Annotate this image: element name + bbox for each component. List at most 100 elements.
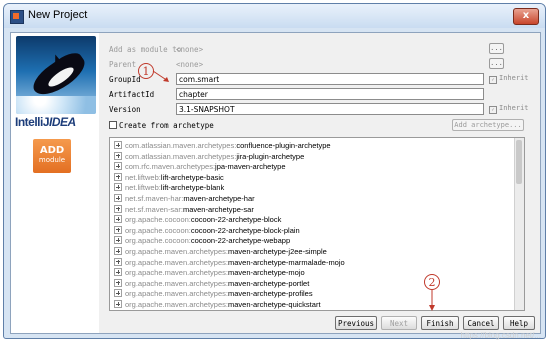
archetype-list[interactable]: com.atlassian.maven.archetypes:confluenc…	[109, 137, 525, 311]
expand-icon[interactable]	[114, 247, 122, 255]
archetype-group: org.apache.cocoon:	[125, 215, 191, 225]
archetype-group: org.apache.maven.archetypes:	[125, 300, 228, 309]
previous-button[interactable]: Previous	[335, 316, 377, 330]
archetype-artifact: cocoon-22-archetype-block-plain	[190, 225, 300, 235]
archetype-artifact: lift-archetype-blank	[160, 183, 225, 193]
archetype-artifact: lift-archetype-basic	[160, 172, 224, 182]
archetype-group: org.apache.maven.archetypes:	[125, 247, 228, 256]
cancel-button[interactable]: Cancel	[463, 316, 499, 330]
archetype-artifact: maven-archetype-portlet	[227, 278, 310, 288]
expand-icon[interactable]	[114, 225, 122, 234]
archetype-list-item[interactable]: org.apache.cocoon:cocoon-22-archetype-we…	[114, 236, 290, 247]
title-bar[interactable]: New Project x	[4, 4, 545, 28]
parent-row: Parent <none> ...	[109, 58, 534, 71]
parent-browse-button[interactable]: ...	[489, 58, 504, 69]
archetype-artifact: maven-archetype-mojo	[227, 268, 305, 278]
expand-icon[interactable]	[114, 215, 122, 224]
annotation-arrow-2	[429, 290, 435, 311]
new-project-dialog: New Project x IntelliJIDEA ADD module Ad…	[3, 3, 546, 339]
wizard-side-panel: IntelliJIDEA ADD module	[11, 33, 99, 333]
expand-icon[interactable]	[114, 162, 122, 171]
archetype-group: org.apache.cocoon:	[125, 236, 191, 246]
archetype-artifact: cocoon-22-archetype-webapp	[190, 236, 291, 246]
archetype-list-item[interactable]: com.atlassian.maven.archetypes:jira-plug…	[114, 151, 305, 163]
archetype-artifact: jpa-maven-archetype	[215, 162, 286, 172]
archetype-list-item[interactable]: com.atlassian.maven.archetypes:confluenc…	[114, 141, 331, 152]
expand-icon[interactable]	[114, 194, 122, 202]
expand-icon[interactable]	[114, 204, 122, 213]
version-input[interactable]: 3.1-SNAPSHOT	[176, 103, 484, 115]
archetype-group: com.atlassian.maven.archetypes:	[125, 151, 237, 161]
version-row: Version 3.1-SNAPSHOT ✓ Inherit	[109, 103, 534, 116]
create-from-archetype-label[interactable]: Create from archetype	[119, 121, 214, 130]
expand-icon[interactable]	[114, 268, 122, 277]
archetype-row: Create from archetype Add archetype...	[109, 119, 534, 132]
close-button[interactable]: x	[513, 8, 539, 25]
expand-icon[interactable]	[114, 172, 122, 181]
archetype-list-item[interactable]: org.apache.maven.archetypes:maven-archet…	[114, 257, 345, 269]
archetype-list-item[interactable]: net.liftweb:lift-archetype-basic	[114, 172, 224, 184]
archetype-group: com.rfc.maven.archetypes:	[125, 162, 216, 172]
window-title: New Project	[28, 9, 88, 21]
list-scrollbar[interactable]	[514, 138, 524, 310]
archetype-artifact: maven-archetype-marmalade-mojo	[227, 257, 345, 267]
finish-button[interactable]: Finish	[421, 316, 459, 330]
expand-icon[interactable]	[114, 183, 122, 192]
version-label: Version	[109, 105, 141, 114]
archetype-artifact: maven-archetype-profiles	[227, 289, 313, 299]
expand-icon[interactable]	[114, 289, 122, 298]
parent-value: <none>	[176, 60, 204, 69]
add-as-module-browse-button[interactable]: ...	[489, 43, 504, 54]
add-module-badge: ADD module	[33, 139, 71, 173]
add-as-module-row: Add as module to <none> ...	[109, 43, 534, 56]
archetype-list-item[interactable]: org.apache.maven.archetypes:maven-archet…	[114, 278, 310, 290]
archetype-group: org.apache.maven.archetypes:	[125, 278, 228, 288]
dialog-content: IntelliJIDEA ADD module Add as module to…	[10, 32, 541, 334]
expand-icon[interactable]	[114, 151, 122, 160]
artifact-id-row: ArtifactId chapter	[109, 88, 534, 101]
group-id-label: GroupId	[109, 75, 141, 84]
archetype-group: org.apache.maven.archetypes:	[125, 268, 228, 278]
archetype-list-item[interactable]: net.liftweb:lift-archetype-blank	[114, 183, 224, 194]
help-button[interactable]: Help	[503, 316, 535, 330]
expand-icon[interactable]	[114, 141, 122, 149]
archetype-list-item[interactable]: net.sf.maven-har:maven-archetype-har	[114, 194, 255, 205]
expand-icon[interactable]	[114, 278, 122, 287]
add-archetype-button[interactable]: Add archetype...	[452, 119, 524, 131]
archetype-artifact: jira-plugin-archetype	[236, 151, 305, 161]
archetype-group: org.apache.maven.archetypes:	[125, 257, 228, 267]
version-inherit-checkbox[interactable]: ✓ Inherit	[489, 104, 529, 114]
annotation-arrow-1	[152, 70, 169, 82]
add-as-module-value: <none>	[176, 45, 204, 54]
archetype-artifact: maven-archetype-j2ee-simple	[227, 247, 327, 256]
artifact-id-input[interactable]: chapter	[176, 88, 484, 100]
expand-icon[interactable]	[114, 300, 122, 308]
next-button[interactable]: Next	[381, 316, 417, 330]
archetype-group: org.apache.cocoon:	[125, 225, 191, 235]
archetype-list-item[interactable]: org.apache.maven.archetypes:maven-archet…	[114, 247, 327, 258]
archetype-list-item[interactable]: org.apache.maven.archetypes:maven-archet…	[114, 268, 305, 279]
group-id-inherit-checkbox[interactable]: ✓ Inherit	[489, 74, 529, 84]
archetype-list-item[interactable]: org.apache.maven.archetypes:maven-archet…	[114, 300, 321, 310]
annotation-marker-2: 2	[424, 274, 440, 290]
archetype-artifact: confluence-plugin-archetype	[236, 141, 331, 150]
archetype-list-item[interactable]: org.apache.cocoon:cocoon-22-archetype-bl…	[114, 225, 300, 237]
archetype-artifact: cocoon-22-archetype-block	[190, 215, 282, 225]
expand-icon[interactable]	[114, 236, 122, 245]
group-id-row: GroupId com.smart ✓ Inherit	[109, 73, 534, 86]
archetype-list-item[interactable]: net.sf.maven-sar:maven-archetype-sar	[114, 204, 254, 216]
artifact-id-label: ArtifactId	[109, 90, 155, 99]
create-from-archetype-checkbox[interactable]	[109, 121, 117, 129]
group-id-input[interactable]: com.smart	[176, 73, 484, 85]
archetype-group: org.apache.maven.archetypes:	[125, 289, 228, 299]
archetype-list-item[interactable]: org.apache.cocoon:cocoon-22-archetype-bl…	[114, 215, 281, 226]
expand-icon[interactable]	[114, 257, 122, 266]
archetype-group: net.sf.maven-sar:	[125, 204, 183, 214]
checkbox-icon: ✓	[489, 76, 497, 84]
intellij-idea-logo: IntelliJIDEA	[15, 115, 76, 129]
archetype-list-item[interactable]: com.rfc.maven.archetypes:jpa-maven-arche…	[114, 162, 286, 173]
archetype-list-item[interactable]: org.apache.maven.archetypes:maven-archet…	[114, 289, 313, 300]
archetype-artifact: maven-archetype-sar	[182, 204, 254, 214]
scrollbar-thumb[interactable]	[516, 140, 522, 184]
checkbox-icon: ✓	[489, 106, 497, 114]
